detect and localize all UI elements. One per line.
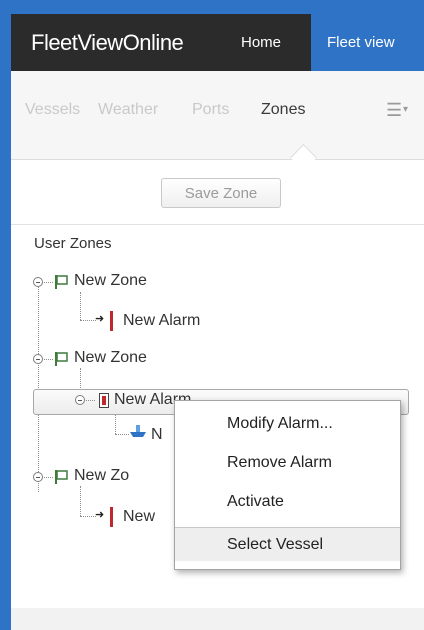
top-nav-bar: FleetViewOnline Home Fleet view bbox=[11, 14, 424, 71]
hamburger-menu-icon[interactable]: ☰ bbox=[386, 100, 402, 121]
tree-connector bbox=[44, 282, 53, 283]
zone-flag-icon bbox=[55, 470, 68, 484]
tab-zones[interactable]: Zones bbox=[261, 101, 305, 119]
tab-vessels[interactable]: Vessels bbox=[25, 101, 80, 119]
tree-node-zone[interactable]: New Zo bbox=[74, 467, 129, 485]
nav-fleet-view-link[interactable]: Fleet view bbox=[311, 14, 424, 71]
collapse-toggle-icon[interactable] bbox=[33, 472, 43, 482]
save-zone-button[interactable]: Save Zone bbox=[161, 178, 281, 208]
app-panel: FleetViewOnline Home Fleet view Vessels … bbox=[11, 14, 424, 608]
arrow-right-icon: ➜ bbox=[95, 509, 105, 521]
tree-node-vessel[interactable]: N bbox=[151, 426, 163, 444]
zone-flag-icon bbox=[55, 275, 68, 289]
alarm-icon bbox=[99, 393, 109, 408]
sub-tabs-bar: Vessels Weather Ports Zones ☰ ▾ bbox=[11, 71, 424, 160]
tree-connector bbox=[80, 516, 96, 517]
tree-connector bbox=[80, 368, 81, 390]
menu-item-remove-alarm[interactable]: Remove Alarm bbox=[175, 446, 400, 480]
tree-connector bbox=[44, 359, 53, 360]
window-frame-top bbox=[0, 0, 424, 14]
window-frame-bottom bbox=[11, 608, 424, 630]
tree-connector bbox=[80, 320, 96, 321]
tree-title: User Zones bbox=[34, 235, 112, 252]
collapse-toggle-icon[interactable] bbox=[75, 395, 85, 405]
menu-item-activate[interactable]: Activate bbox=[175, 485, 400, 519]
nav-home-link[interactable]: Home bbox=[235, 14, 287, 71]
collapse-toggle-icon[interactable] bbox=[33, 277, 43, 287]
collapse-toggle-icon[interactable] bbox=[33, 354, 43, 364]
brand-logo[interactable]: FleetViewOnline bbox=[31, 30, 184, 56]
window-frame-left bbox=[0, 0, 11, 630]
tree-node-zone[interactable]: New Zone bbox=[74, 349, 147, 367]
tab-weather[interactable]: Weather bbox=[98, 101, 158, 119]
alarm-marker-icon bbox=[110, 311, 113, 331]
zone-toolbar: Save Zone bbox=[11, 160, 424, 225]
context-menu: Modify Alarm... Remove Alarm Activate Se… bbox=[174, 400, 401, 570]
menu-item-select-vessel[interactable]: Select Vessel bbox=[175, 527, 400, 561]
tree-connector bbox=[38, 282, 39, 492]
zone-flag-icon bbox=[55, 352, 68, 366]
arrow-right-icon: ➜ bbox=[95, 313, 105, 325]
tree-node-zone[interactable]: New Zone bbox=[74, 272, 147, 290]
tree-node-alarm[interactable]: New bbox=[123, 508, 155, 526]
chevron-down-icon: ▾ bbox=[403, 104, 409, 115]
tree-connector bbox=[86, 400, 95, 401]
tree-connector bbox=[115, 434, 129, 435]
tab-ports[interactable]: Ports bbox=[192, 101, 229, 119]
tree-node-alarm[interactable]: New Alarm bbox=[123, 312, 200, 330]
ship-icon bbox=[130, 425, 146, 437]
menu-item-modify-alarm[interactable]: Modify Alarm... bbox=[175, 407, 400, 441]
alarm-marker-icon bbox=[110, 507, 113, 527]
tree-connector bbox=[80, 292, 81, 320]
tree-connector bbox=[80, 486, 81, 516]
tree-connector bbox=[44, 477, 53, 478]
